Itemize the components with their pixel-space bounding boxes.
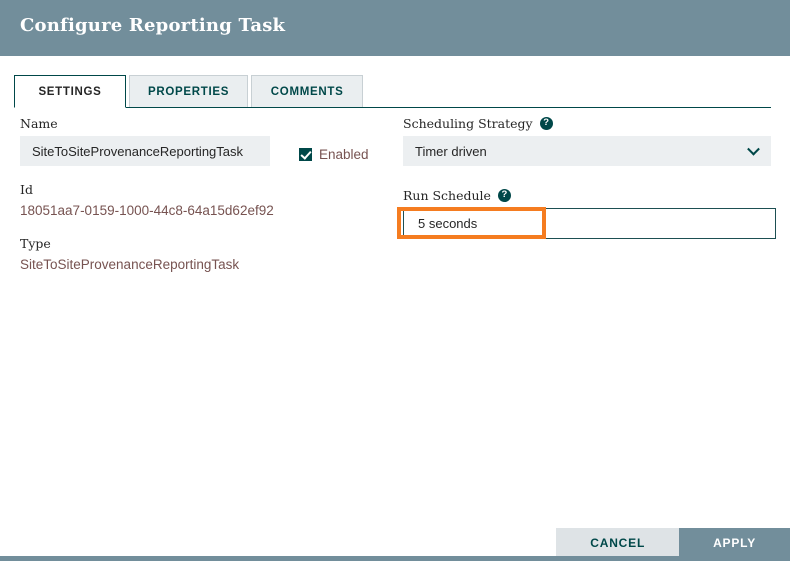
settings-panel: Name Id 18051aa7-0159-1000-44c8-64a15d62… [0,108,790,520]
configure-reporting-task-dialog: Configure Reporting Task SETTINGS PROPER… [0,0,790,561]
id-value: 18051aa7-0159-1000-44c8-64a15d62ef92 [20,203,274,218]
tab-settings[interactable]: SETTINGS [14,75,126,108]
scheduling-strategy-group: Scheduling Strategy ? Timer driven [403,116,771,166]
footer-bar [0,556,790,561]
tab-settings-label: SETTINGS [38,85,102,98]
tab-comments-label: COMMENTS [270,86,344,98]
run-schedule-label-text: Run Schedule [403,188,491,203]
tab-underline [14,107,771,108]
scheduling-strategy-select[interactable]: Timer driven [403,136,771,166]
id-label: Id [20,182,33,197]
tab-properties-label: PROPERTIES [148,86,230,98]
scheduling-strategy-label: Scheduling Strategy ? [403,116,771,131]
run-schedule-input[interactable] [403,208,776,239]
run-schedule-label: Run Schedule ? [403,188,771,203]
tab-strip: SETTINGS PROPERTIES COMMENTS [14,75,366,108]
tab-properties[interactable]: PROPERTIES [129,75,249,108]
apply-button[interactable]: APPLY [679,528,790,558]
type-field-group: Type SiteToSiteProvenanceReportingTask [20,236,380,274]
name-input[interactable] [20,136,270,166]
run-schedule-group: Run Schedule ? [397,188,776,239]
name-label: Name [20,116,58,131]
help-icon[interactable]: ? [497,189,511,202]
help-icon[interactable]: ? [539,117,553,130]
scheduling-strategy-label-text: Scheduling Strategy [403,116,533,131]
chevron-down-icon[interactable] [747,142,760,156]
dialog-button-row: CANCEL APPLY [556,528,790,558]
enabled-checkbox-row[interactable]: Enabled [299,147,369,162]
cancel-button-label: CANCEL [590,536,646,550]
apply-button-label: APPLY [713,536,756,550]
left-column: Name Id 18051aa7-0159-1000-44c8-64a15d62… [20,116,380,290]
type-label: Type [20,236,51,252]
run-schedule-input-wrap [397,207,776,239]
type-value: SiteToSiteProvenanceReportingTask [20,257,240,273]
cancel-button[interactable]: CANCEL [556,528,680,558]
id-field-group: Id 18051aa7-0159-1000-44c8-64a15d62ef92 [20,182,380,220]
right-column: Scheduling Strategy ? Timer driven Run S… [397,116,776,255]
page-title: Configure Reporting Task [20,15,286,36]
tab-comments[interactable]: COMMENTS [251,75,364,108]
enabled-label: Enabled [319,147,369,162]
scheduling-strategy-value: Timer driven [415,143,487,159]
check-icon[interactable] [299,148,312,161]
dialog-header: Configure Reporting Task [0,0,790,56]
